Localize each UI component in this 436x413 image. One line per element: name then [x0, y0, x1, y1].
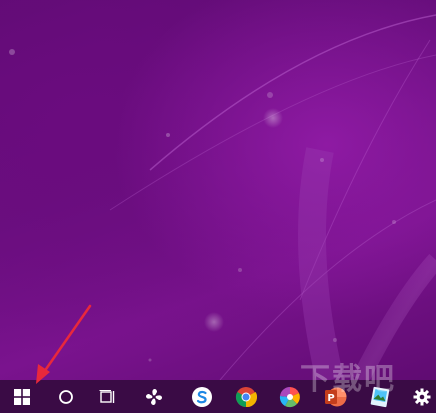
pinned-app-powerpoint[interactable]: P: [318, 380, 354, 413]
image-viewer-icon: [370, 386, 390, 407]
pinned-app-image[interactable]: [362, 380, 398, 413]
taskbar: P: [0, 380, 436, 413]
task-view-icon: [99, 389, 115, 403]
windows-logo-icon: [14, 388, 30, 405]
settings-button[interactable]: [404, 380, 436, 413]
sogou-s-icon: [192, 386, 212, 407]
pinwheel-icon: [146, 388, 162, 405]
gear-icon: [413, 388, 431, 405]
start-button[interactable]: [4, 380, 40, 413]
task-view-button[interactable]: [90, 380, 126, 413]
svg-text:P: P: [327, 393, 334, 404]
pinned-app-chrome[interactable]: [228, 380, 264, 413]
pinned-app-colorful[interactable]: [272, 380, 308, 413]
circle-icon: [59, 389, 73, 404]
cortana-search-button[interactable]: [48, 380, 84, 413]
powerpoint-icon: P: [325, 387, 347, 406]
pinned-app-pinwheel[interactable]: [136, 380, 172, 413]
wallpaper-art: [9, 14, 436, 380]
colorful-ball-icon: [279, 386, 300, 407]
pinned-app-sogou[interactable]: [184, 380, 220, 413]
desktop: P 下载吧: [0, 0, 436, 413]
chrome-icon: [235, 386, 257, 407]
